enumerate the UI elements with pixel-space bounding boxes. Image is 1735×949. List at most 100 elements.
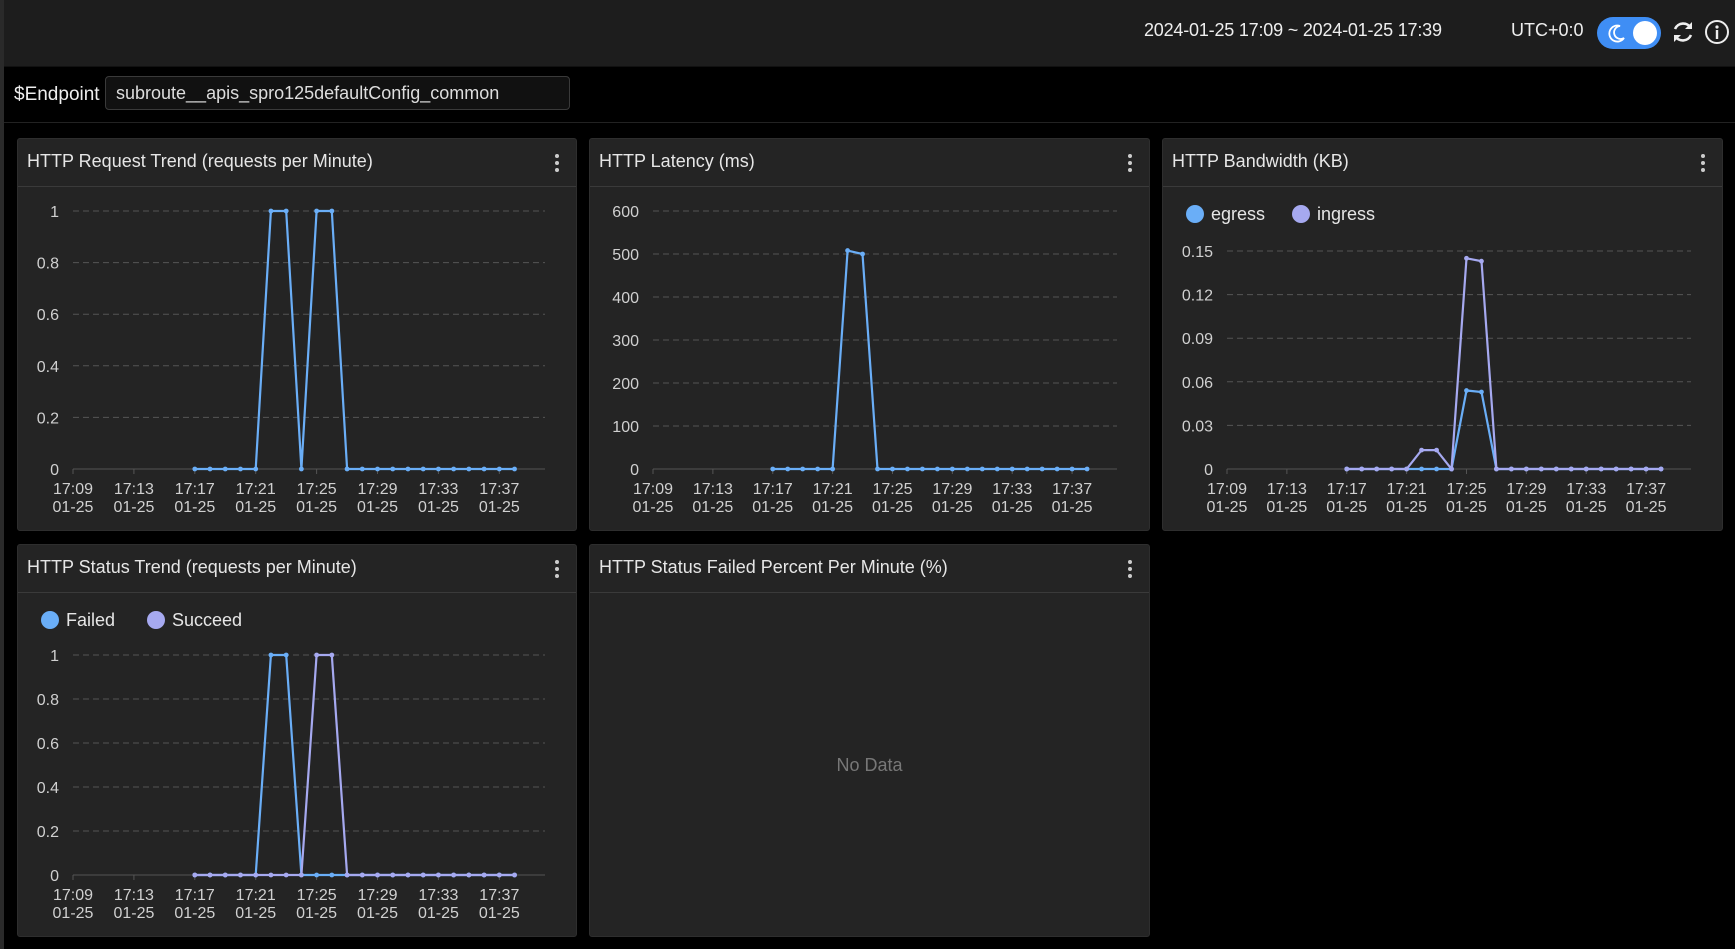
data-point bbox=[1009, 466, 1015, 472]
data-point bbox=[253, 872, 259, 878]
y-tick-label: 0.15 bbox=[1182, 244, 1213, 261]
data-point bbox=[1069, 466, 1075, 472]
data-point bbox=[496, 872, 502, 878]
y-tick-label: 0.6 bbox=[37, 307, 59, 324]
data-point bbox=[466, 872, 472, 878]
x-tick-date-label: 01-25 bbox=[418, 905, 459, 922]
data-point bbox=[875, 466, 880, 472]
data-point bbox=[1553, 466, 1559, 472]
x-tick-date-label: 01-25 bbox=[812, 499, 853, 516]
time-range-picker[interactable]: 2024-01-25 17:09 ~ 2024-01-25 17:39 bbox=[1144, 20, 1442, 41]
x-tick-label: 17:13 bbox=[114, 887, 154, 904]
x-tick-date-label: 01-25 bbox=[752, 499, 793, 516]
x-tick-label: 17:33 bbox=[418, 481, 458, 498]
y-tick-label: 0 bbox=[630, 462, 639, 479]
data-point bbox=[375, 872, 380, 878]
legend-swatch bbox=[147, 611, 165, 629]
series-line bbox=[1346, 256, 1662, 472]
x-tick-date-label: 01-25 bbox=[174, 905, 215, 922]
x-tick-date-label: 01-25 bbox=[1052, 499, 1093, 516]
data-point bbox=[329, 872, 335, 878]
data-point bbox=[1523, 466, 1529, 472]
y-tick-label: 200 bbox=[612, 376, 639, 393]
data-point bbox=[934, 466, 940, 472]
x-tick-date-label: 01-25 bbox=[692, 499, 733, 516]
timezone-label[interactable]: UTC+0:0 bbox=[1511, 20, 1584, 41]
data-point bbox=[375, 466, 380, 472]
legend-label: Succeed bbox=[172, 610, 242, 630]
more-vertical-icon[interactable] bbox=[1123, 557, 1137, 581]
refresh-icon[interactable] bbox=[1669, 18, 1697, 46]
data-point bbox=[314, 872, 320, 878]
x-tick-label: 17:09 bbox=[633, 481, 673, 498]
data-point bbox=[222, 466, 228, 472]
x-tick-date-label: 01-25 bbox=[1386, 499, 1427, 516]
data-point bbox=[390, 872, 396, 878]
x-tick-label: 17:33 bbox=[418, 887, 458, 904]
x-tick-date-label: 01-25 bbox=[1506, 499, 1547, 516]
variables-bar: $Endpoint bbox=[4, 67, 1735, 123]
y-tick-label: 0.03 bbox=[1182, 418, 1213, 435]
data-point bbox=[949, 466, 955, 472]
data-point bbox=[268, 208, 274, 214]
x-tick-date-label: 01-25 bbox=[296, 905, 337, 922]
panel-latency: HTTP Latency (ms) 0 100 200 300 400 500 600 17:… bbox=[589, 138, 1150, 531]
y-tick-label: 100 bbox=[612, 419, 639, 436]
data-point bbox=[1464, 388, 1469, 393]
x-tick-label: 17:37 bbox=[1052, 481, 1092, 498]
data-point bbox=[1054, 466, 1060, 472]
x-tick-label: 17:17 bbox=[1327, 481, 1367, 498]
data-point bbox=[905, 466, 910, 472]
x-tick-label: 17:21 bbox=[813, 481, 853, 498]
request-trend-chart: 00.20.40.60.8117:0901-2517:1301-2517:170… bbox=[37, 204, 545, 516]
x-tick-date-label: 01-25 bbox=[633, 499, 674, 516]
info-icon[interactable] bbox=[1704, 19, 1730, 45]
theme-toggle[interactable] bbox=[1597, 17, 1661, 49]
x-tick-date-label: 01-25 bbox=[174, 499, 215, 516]
x-tick-label: 17:17 bbox=[175, 887, 215, 904]
x-tick-label: 17:25 bbox=[1446, 481, 1486, 498]
data-point bbox=[1658, 466, 1664, 472]
y-tick-label: 0 bbox=[50, 462, 59, 479]
data-point bbox=[405, 872, 411, 878]
legend-label: Failed bbox=[66, 610, 115, 630]
y-tick-label: 400 bbox=[612, 290, 639, 307]
top-bar: 2024-01-25 17:09 ~ 2024-01-25 17:39 UTC+… bbox=[4, 0, 1735, 67]
data-point bbox=[207, 872, 213, 878]
data-point bbox=[994, 466, 1000, 472]
toggle-knob bbox=[1633, 21, 1657, 45]
data-point bbox=[845, 248, 850, 253]
no-data-message: No Data bbox=[836, 755, 903, 775]
data-point bbox=[283, 872, 289, 878]
x-tick-date-label: 01-25 bbox=[357, 905, 398, 922]
data-point bbox=[1344, 466, 1350, 472]
data-point bbox=[830, 466, 836, 472]
endpoint-input[interactable] bbox=[105, 76, 570, 110]
data-point bbox=[1538, 466, 1544, 472]
data-point bbox=[1479, 389, 1484, 395]
data-point bbox=[344, 466, 350, 472]
x-tick-date-label: 01-25 bbox=[357, 499, 398, 516]
data-point bbox=[860, 251, 865, 257]
y-tick-label: 0.06 bbox=[1182, 375, 1213, 392]
x-tick-label: 17:17 bbox=[175, 481, 215, 498]
data-point bbox=[1024, 466, 1030, 472]
y-tick-label: 500 bbox=[612, 247, 639, 264]
data-point bbox=[890, 466, 895, 472]
data-point bbox=[1419, 466, 1424, 472]
y-tick-label: 0 bbox=[50, 868, 59, 885]
data-point bbox=[192, 872, 198, 878]
panel-bandwidth: HTTP Bandwidth (KB) 0 0.03 0.06 0.09 0.12 0.1… bbox=[1162, 138, 1723, 531]
data-point bbox=[979, 466, 985, 472]
series-line bbox=[194, 653, 515, 877]
y-tick-label: 300 bbox=[612, 333, 639, 350]
x-tick-label: 17:29 bbox=[1506, 481, 1546, 498]
x-tick-label: 17:33 bbox=[992, 481, 1032, 498]
x-tick-label: 17:29 bbox=[932, 481, 972, 498]
data-point bbox=[1568, 466, 1574, 472]
data-point bbox=[420, 466, 426, 472]
x-tick-label: 17:25 bbox=[297, 481, 337, 498]
x-tick-label: 17:09 bbox=[53, 481, 93, 498]
data-point bbox=[451, 466, 457, 472]
y-tick-label: 0.4 bbox=[37, 780, 59, 797]
